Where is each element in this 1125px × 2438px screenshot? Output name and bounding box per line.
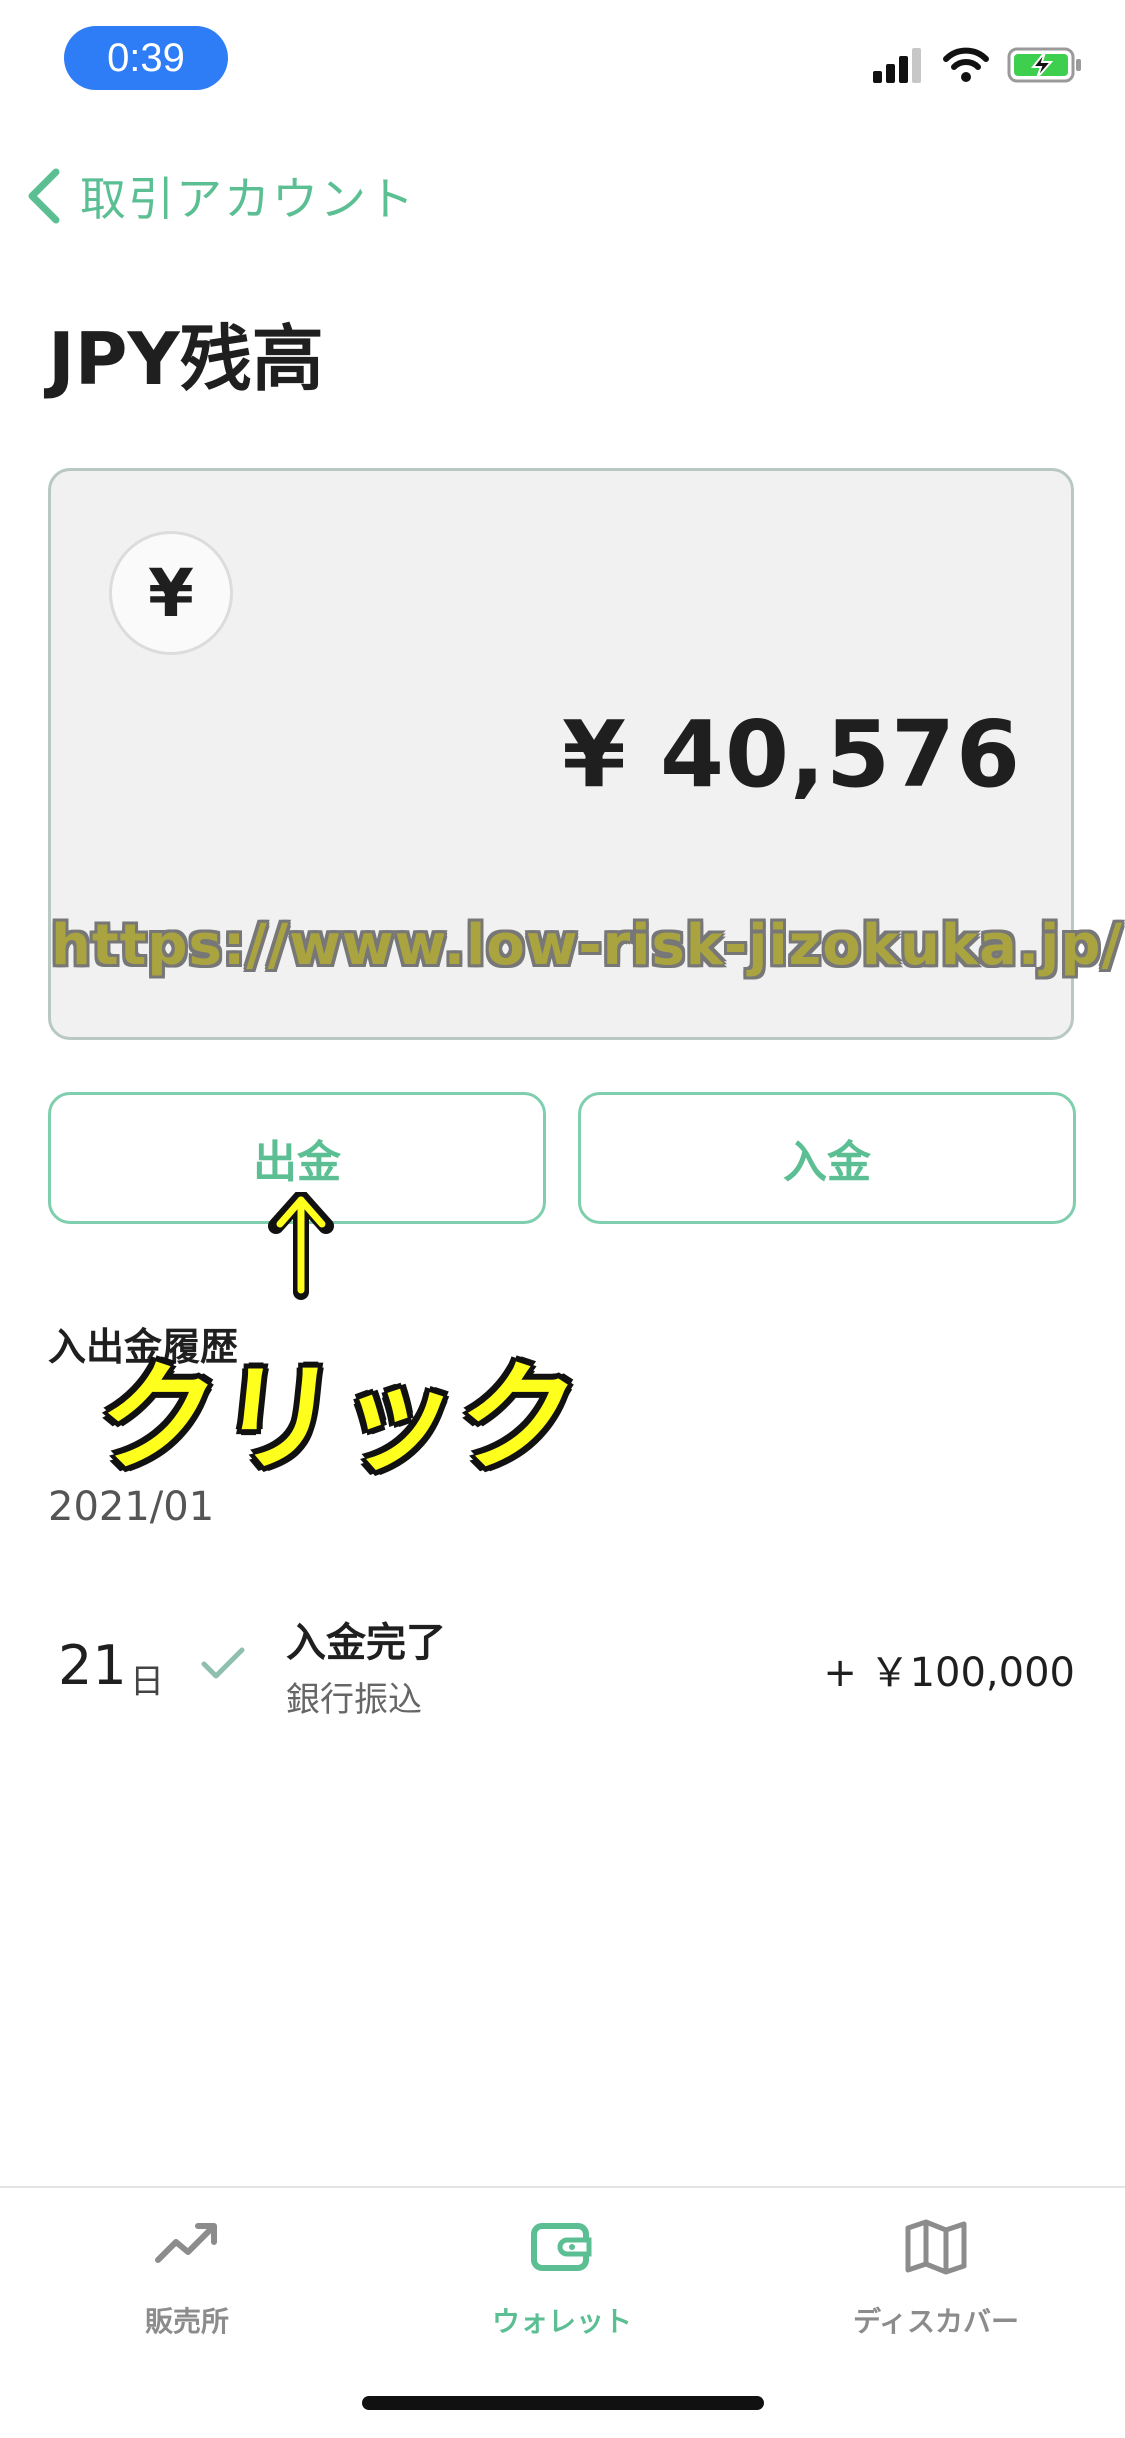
yen-icon: ¥ xyxy=(109,531,233,655)
annotation-arrow-icon xyxy=(268,1192,334,1300)
wifi-icon xyxy=(943,47,989,82)
balance-card: ¥ ¥ 40,576 https://www.low-risk-jizokuka… xyxy=(48,468,1123,1040)
annotation-click-label: クリック xyxy=(91,1349,587,1487)
tab-wallet-label: ウォレット xyxy=(491,2305,632,2338)
page-title: JPY残高 xyxy=(48,317,324,401)
transaction-row[interactable]: 21 日 入金完了 銀行振込 + ￥100,000 xyxy=(0,1600,1125,1730)
battery-charging-icon xyxy=(1007,47,1081,83)
tab-discover[interactable]: ディスカバー xyxy=(806,2218,1066,2338)
tab-discover-label: ディスカバー xyxy=(852,2305,1020,2338)
back-button[interactable]: 取引アカウント xyxy=(24,160,416,232)
cellular-signal-icon xyxy=(873,48,921,83)
deposit-button[interactable]: 入金 xyxy=(578,1092,1076,1224)
tab-wallet[interactable]: ウォレット xyxy=(432,2218,692,2338)
transaction-day: 21 xyxy=(58,1634,127,1697)
month-label: 2021/01 xyxy=(48,1484,215,1530)
tab-market-label: 販売所 xyxy=(144,2305,229,2338)
back-label: 取引アカウント xyxy=(80,172,416,226)
home-indicator[interactable] xyxy=(362,2396,764,2410)
map-icon xyxy=(905,2219,967,2275)
wallet-icon xyxy=(531,2223,592,2271)
status-bar: 0:39 xyxy=(0,0,1125,120)
transaction-amount: + ￥100,000 xyxy=(823,1650,1075,1696)
chevron-left-icon xyxy=(28,168,60,224)
trend-chart-icon xyxy=(155,2223,217,2263)
tab-market[interactable]: 販売所 xyxy=(57,2218,317,2338)
transaction-day-unit: 日 xyxy=(130,1662,164,1702)
status-icons xyxy=(873,40,1083,90)
check-icon xyxy=(201,1647,245,1679)
status-time: 0:39 xyxy=(64,26,228,90)
balance-amount: ¥ 40,576 xyxy=(561,701,1021,808)
watermark-url: https://www.low-risk-jizokuka.jp/ xyxy=(51,913,1123,978)
transaction-method: 銀行振込 xyxy=(286,1680,422,1720)
transaction-title: 入金完了 xyxy=(286,1620,446,1666)
